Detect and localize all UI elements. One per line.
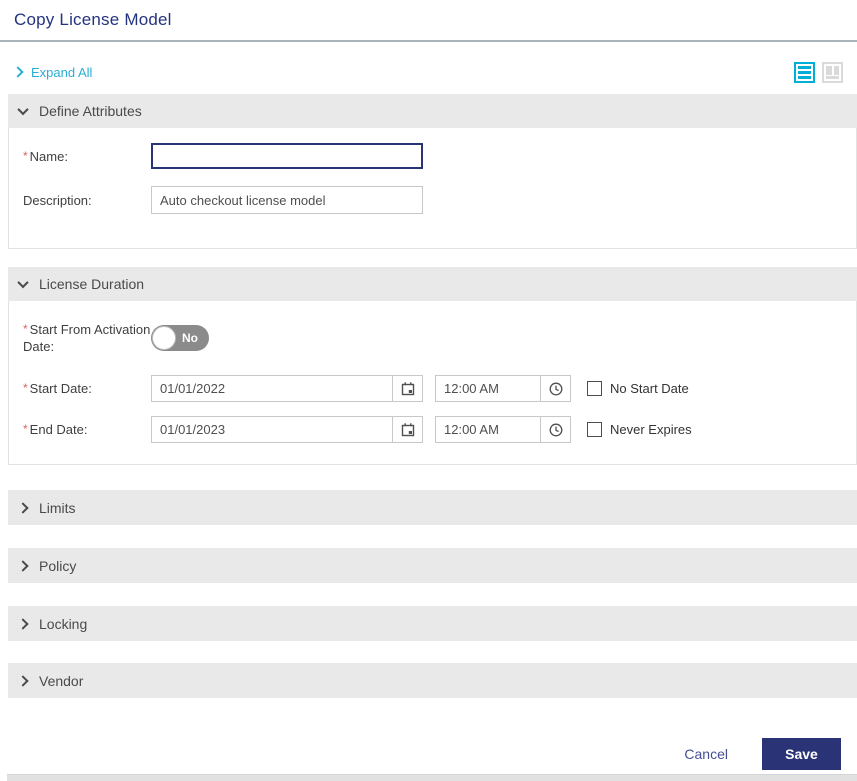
section-label: Policy <box>39 557 77 574</box>
start-from-activation-label: * Start From Activation Date: <box>23 321 151 355</box>
chevron-down-icon <box>17 103 29 116</box>
column-top <box>826 65 839 75</box>
required-marker: * <box>23 381 28 395</box>
end-date-input[interactable] <box>152 417 392 442</box>
start-from-activation-row: * Start From Activation Date: No <box>23 321 856 355</box>
required-marker: * <box>23 322 28 336</box>
never-expires-label: Never Expires <box>610 422 692 437</box>
start-date-input[interactable] <box>152 376 392 401</box>
no-start-date-checkbox[interactable] <box>587 381 602 396</box>
section-label: Vendor <box>39 672 84 689</box>
end-date-row: * End Date: 01/01/2023 12:00 AM Never Ex… <box>23 416 856 443</box>
section-header-license-duration[interactable]: License Duration <box>8 267 857 301</box>
section-label: License Duration <box>39 276 145 292</box>
bottom-scrollbar-track[interactable] <box>7 774 857 781</box>
chevron-right-icon <box>12 66 24 78</box>
start-date-field <box>151 375 423 402</box>
no-start-date-label: No Start Date <box>610 381 689 396</box>
never-expires-checkbox-wrap[interactable]: Never Expires <box>587 422 692 437</box>
end-date-label: * End Date: <box>23 421 151 438</box>
calendar-icon <box>401 381 414 395</box>
clock-icon <box>549 382 562 395</box>
column-foot <box>826 75 839 79</box>
expand-all-label: Expand All <box>31 64 93 80</box>
section-label: Limits <box>39 499 76 516</box>
start-date-row: * Start Date: 01/01/2022 12:00 AM No Sta… <box>23 375 856 402</box>
section-header-policy[interactable]: Policy <box>8 548 857 583</box>
no-start-date-checkbox-wrap[interactable]: No Start Date <box>587 381 689 396</box>
expand-all-link[interactable]: Expand All <box>12 64 93 80</box>
section-header-define-attributes[interactable]: Define Attributes <box>8 94 857 128</box>
name-label-text: Name: <box>29 148 68 164</box>
column-view-icon[interactable] <box>822 61 843 83</box>
end-date-label-text: End Date: <box>29 422 88 437</box>
name-input[interactable] <box>151 143 423 169</box>
clock-icon <box>549 423 562 436</box>
cancel-button[interactable]: Cancel <box>684 746 728 762</box>
toolbar: Expand All <box>12 61 843 83</box>
end-date-field <box>151 416 423 443</box>
section-header-limits[interactable]: Limits <box>8 490 857 525</box>
description-label: Description: <box>23 192 92 208</box>
never-expires-checkbox[interactable] <box>587 422 602 437</box>
description-row: Description: <box>23 186 856 214</box>
end-date-calendar-button[interactable] <box>392 417 422 442</box>
name-row: * Name: <box>23 143 856 169</box>
section-header-locking[interactable]: Locking <box>8 606 857 641</box>
section-label: Locking <box>39 615 88 632</box>
title-bar: Copy License Model <box>0 0 857 42</box>
description-input[interactable] <box>151 186 423 214</box>
section-header-vendor[interactable]: Vendor <box>8 663 857 698</box>
sections-container: Define Attributes *Name: Description: Li… <box>8 94 857 698</box>
name-label: * Name: <box>23 148 151 165</box>
list-bar <box>798 75 811 79</box>
start-from-activation-label-text: Start From Activation Date: <box>23 322 151 354</box>
column-bar <box>833 65 839 75</box>
start-date-label-text: Start Date: <box>29 381 92 396</box>
end-time-input[interactable] <box>436 417 540 442</box>
list-view-icon[interactable] <box>794 61 815 83</box>
column-bar <box>826 65 832 75</box>
calendar-icon <box>401 422 414 436</box>
section-body-license-duration: * Start From Activation Date: No * Start D… <box>8 301 857 465</box>
required-marker: * <box>23 422 28 436</box>
save-button[interactable]: Save <box>762 738 841 770</box>
start-time-clock-button[interactable] <box>540 376 570 401</box>
start-date-calendar-button[interactable] <box>392 376 422 401</box>
chevron-right-icon <box>17 617 29 630</box>
toggle-knob <box>152 326 176 350</box>
start-from-activation-toggle[interactable]: No <box>151 325 209 351</box>
end-time-field <box>435 416 571 443</box>
page-title: Copy License Model <box>14 10 172 29</box>
required-marker: * <box>23 148 28 163</box>
view-toggle-group <box>794 61 843 83</box>
copy-license-model-dialog: Copy License Model Expand All Define Att… <box>0 0 857 781</box>
toggle-value: No <box>182 331 198 345</box>
chevron-right-icon <box>17 674 29 687</box>
section-body-define-attributes: * Name: Description: <box>8 128 857 249</box>
section-label: Define Attributes <box>39 103 142 119</box>
start-time-field <box>435 375 571 402</box>
end-time-clock-button[interactable] <box>540 417 570 442</box>
start-time-input[interactable] <box>436 376 540 401</box>
chevron-right-icon <box>17 501 29 514</box>
list-bar <box>798 70 811 74</box>
chevron-right-icon <box>17 559 29 572</box>
start-date-label: * Start Date: <box>23 380 151 397</box>
dialog-footer: Cancel Save <box>0 738 857 770</box>
list-bar <box>798 65 811 69</box>
chevron-down-icon <box>17 276 29 289</box>
